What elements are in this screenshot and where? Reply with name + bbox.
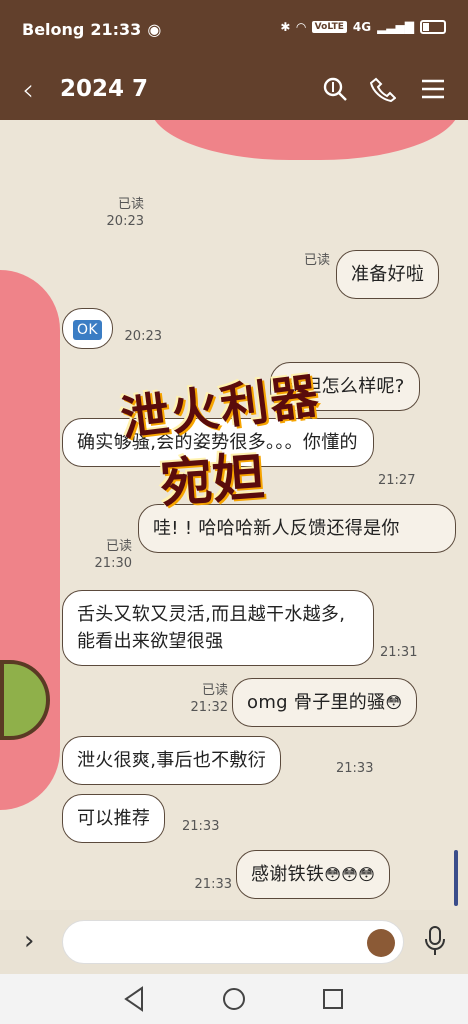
chat-header: ‹ 2024 7 [0, 62, 468, 120]
message-meta: 已读 21:30 [88, 538, 132, 572]
time-label: 20:23 [124, 329, 162, 344]
message-bubble[interactable]: omg 骨子里的骚😳 [232, 678, 418, 727]
carrier: Belong [22, 20, 85, 39]
message-bubble[interactable]: 感谢铁铁😳😳😳 [236, 850, 391, 899]
chat-title: 2024 7 [60, 76, 149, 102]
chat-area[interactable]: 已读 20:23 准备好啦 已读 OK 20:23 宛妲怎么样呢? 确实够骚,会… [0, 120, 468, 910]
status-left: Belong 21:33 ◉ [22, 20, 161, 39]
input-bar: › [0, 910, 468, 974]
message-bubble[interactable]: 可以推荐 [62, 794, 166, 843]
time-label: 20:23 [106, 214, 144, 229]
scrollbar[interactable] [454, 850, 458, 906]
recent-square-icon[interactable] [318, 984, 348, 1014]
overlay-line2: 宛妲 [158, 447, 267, 515]
clock: 21:33 [90, 20, 142, 39]
mic-icon[interactable] [424, 926, 446, 956]
time-label: 21:33 [336, 761, 374, 776]
system-navbar [0, 974, 468, 1024]
menu-icon[interactable] [420, 76, 446, 102]
ok-emoji: OK [73, 320, 102, 340]
message-text: omg 骨子里的骚 [247, 692, 386, 713]
bluetooth-icon: ✱ [280, 20, 291, 34]
status-bar: Belong 21:33 ◉ ✱ ◠ VoLTE 4G ▂▃▅▇ [0, 0, 468, 62]
wifi-icon: ◠ [296, 20, 306, 34]
overlay-line1: 泄火利器 [117, 367, 324, 448]
battery-icon [420, 20, 446, 34]
read-label: 已读 [201, 683, 228, 698]
message-bubble[interactable]: 准备好啦 [336, 250, 440, 299]
phone-icon[interactable] [370, 76, 396, 102]
read-label: 已读 [303, 253, 330, 268]
expand-icon[interactable]: › [24, 926, 34, 956]
message-bubble[interactable]: 泄火很爽,事后也不敷衍 [62, 736, 282, 785]
time-label: 21:30 [94, 556, 132, 571]
photo-meta: 已读 20:23 [104, 196, 144, 230]
volte-badge: VoLTE [311, 21, 347, 33]
message-bubble[interactable]: OK [62, 308, 113, 349]
time-label: 21:32 [190, 700, 228, 715]
overlay-sticker: 泄火利器 宛妲 [118, 368, 340, 528]
time-label: 21:27 [378, 473, 416, 488]
signal-icon: ▂▃▅▇ [377, 20, 414, 34]
back-triangle-icon[interactable] [120, 984, 150, 1014]
message-text: 感谢铁铁 [251, 864, 325, 885]
search-icon[interactable] [322, 76, 348, 102]
sticker-icon[interactable] [367, 929, 395, 957]
back-arrow-icon[interactable]: ‹ [22, 73, 34, 108]
time-label: 21:31 [380, 645, 418, 660]
blush-emoji: 😳 [385, 693, 403, 712]
time-label: 21:33 [194, 877, 232, 892]
read-label: 已读 [105, 539, 132, 554]
blush-emoji: 😳😳😳 [324, 865, 376, 884]
time-label: 21:33 [182, 819, 220, 834]
message-bubble[interactable]: 舌头又软又灵活,而且越干水越多,能看出来欲望很强 [62, 590, 374, 666]
message-input[interactable] [62, 920, 404, 964]
read-label: 已读 [117, 197, 144, 212]
message-meta: 已读 21:32 [184, 682, 228, 716]
status-right: ✱ ◠ VoLTE 4G ▂▃▅▇ [280, 20, 446, 34]
decor-blob [150, 120, 460, 160]
wechat-icon: ◉ [147, 20, 162, 39]
home-circle-icon[interactable] [219, 984, 249, 1014]
network-label: 4G [352, 20, 372, 34]
